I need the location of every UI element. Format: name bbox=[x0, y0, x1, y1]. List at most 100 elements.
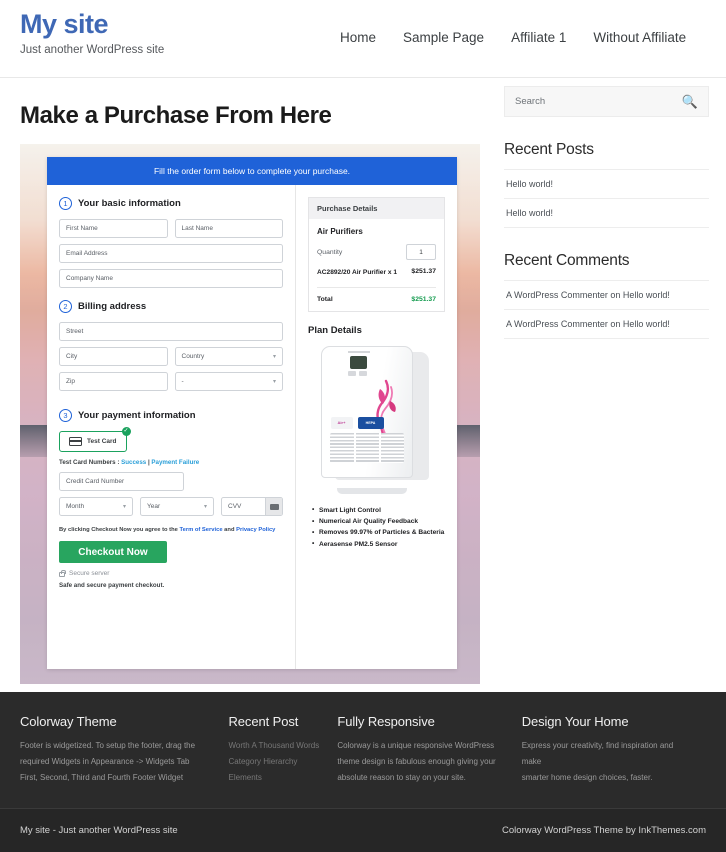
city-input[interactable]: City bbox=[59, 347, 168, 366]
line-item-name: AC2892/20 Air Purifier x 1 bbox=[317, 269, 398, 276]
footer-column-title: Fully Responsive bbox=[337, 714, 435, 729]
step-1-number: 1 bbox=[59, 197, 72, 210]
footer-column-recent-post: Recent Post Worth A Thousand Words Categ… bbox=[229, 714, 338, 786]
air-purifier-product-image: Air+ HEPA bbox=[320, 345, 433, 494]
main-navigation: Home Sample Page Affiliate 1 Without Aff… bbox=[340, 30, 686, 45]
company-name-input[interactable]: Company Name bbox=[59, 269, 283, 288]
site-title[interactable]: My site bbox=[20, 9, 164, 40]
list-item[interactable]: A WordPress Commenter on Hello world! bbox=[504, 280, 709, 309]
product-air-grill bbox=[329, 432, 404, 463]
widget-spacer bbox=[504, 228, 709, 252]
chevron-down-icon: ▾ bbox=[272, 379, 276, 385]
site-branding: My site Just another WordPress site bbox=[20, 0, 165, 56]
zip-state-row: Zip - ▾ bbox=[59, 372, 283, 397]
secure-server-row: Secure server bbox=[59, 570, 283, 577]
list-item[interactable]: Hello world! bbox=[504, 198, 709, 228]
year-select[interactable]: Year ▾ bbox=[140, 497, 214, 516]
step-3-number: 3 bbox=[59, 409, 72, 422]
test-card-tab-label: Test Card bbox=[87, 438, 117, 445]
terms-prefix: By clicking Checkout Now you agree to th… bbox=[59, 527, 180, 533]
footer-text-line: First, Second, Third and Fourth Footer W… bbox=[20, 773, 184, 782]
product-front-panel: Air+ HEPA bbox=[320, 345, 413, 478]
nav-item-without-affiliate[interactable]: Without Affiliate bbox=[593, 30, 686, 45]
cvv-help-icon[interactable] bbox=[265, 498, 282, 515]
footer-column-text: Worth A Thousand Words Category Hierarch… bbox=[229, 738, 324, 786]
terms-of-service-link[interactable]: Term of Service bbox=[179, 527, 222, 533]
page-root: My site Just another WordPress site Home… bbox=[0, 0, 726, 852]
line-item-amount: $251.37 bbox=[411, 268, 436, 275]
expiry-cvv-row: Month ▾ Year ▾ CVV bbox=[59, 497, 283, 522]
purchase-product-name: Air Purifiers bbox=[317, 227, 363, 236]
step-1-title: Your basic information bbox=[78, 198, 181, 209]
footer-link[interactable]: Category Hierarchy bbox=[229, 754, 324, 770]
street-input[interactable]: Street bbox=[59, 322, 283, 341]
product-buttons bbox=[347, 370, 367, 376]
lock-icon bbox=[59, 570, 66, 577]
city-country-row: City Country ▾ bbox=[59, 347, 283, 372]
form-body: 1 Your basic information First Name Last… bbox=[47, 185, 457, 669]
credit-card-number-input[interactable]: Credit Card Number bbox=[59, 472, 184, 491]
footer-column-title: Colorway Theme bbox=[20, 714, 117, 729]
state-select[interactable]: - ▾ bbox=[174, 372, 283, 391]
footer-text-line: smarter home design choices, faster. bbox=[521, 773, 653, 782]
nav-item-affiliate-1[interactable]: Affiliate 1 bbox=[511, 30, 566, 45]
country-select-value: Country bbox=[181, 353, 205, 360]
footer-text-line: Colorway is a unique responsive WordPres… bbox=[337, 741, 495, 750]
nav-item-sample-page[interactable]: Sample Page bbox=[403, 30, 484, 45]
cvv-field-group[interactable]: CVV bbox=[221, 497, 283, 516]
privacy-policy-link[interactable]: Privacy Policy bbox=[236, 527, 275, 533]
country-select[interactable]: Country ▾ bbox=[174, 347, 283, 366]
footer-widgets: Colorway Theme Footer is widgetized. To … bbox=[0, 692, 726, 809]
list-item[interactable]: A WordPress Commenter on Hello world! bbox=[504, 309, 709, 339]
name-fields-row: First Name Last Name bbox=[59, 219, 283, 244]
year-select-value: Year bbox=[147, 503, 161, 510]
footer-credit[interactable]: Colorway WordPress Theme by InkThemes.co… bbox=[502, 825, 706, 836]
footer-text-line: Footer is widgetized. To setup the foote… bbox=[20, 741, 196, 750]
search-input[interactable] bbox=[515, 96, 682, 107]
step-1-header: 1 Your basic information bbox=[59, 197, 283, 210]
test-card-failure-link[interactable]: Payment Failure bbox=[151, 459, 199, 466]
purchase-details-heading: Purchase Details bbox=[309, 198, 444, 219]
form-banner: Fill the order form below to complete yo… bbox=[47, 157, 457, 185]
footer-link[interactable]: Elements bbox=[229, 770, 324, 786]
footer-column-title: Design Your Home bbox=[521, 714, 629, 729]
terms-text: By clicking Checkout Now you agree to th… bbox=[59, 527, 283, 533]
product-button bbox=[358, 370, 367, 376]
check-circle-icon: ✓ bbox=[121, 427, 131, 436]
quantity-input[interactable] bbox=[406, 244, 436, 260]
test-card-success-link[interactable]: Success bbox=[121, 459, 146, 466]
footer-text-line: theme design is fabulous enough giving y… bbox=[337, 757, 496, 766]
list-item: Smart Light Control bbox=[312, 505, 445, 516]
zip-input[interactable]: Zip bbox=[59, 372, 168, 391]
chevron-down-icon: ▾ bbox=[272, 354, 276, 360]
month-select-value: Month bbox=[66, 503, 85, 510]
nav-item-home[interactable]: Home bbox=[340, 30, 376, 45]
test-card-tab[interactable]: Test Card ✓ bbox=[59, 427, 131, 452]
form-right-column: Purchase Details Air Purifiers Quantity … bbox=[295, 185, 457, 669]
month-select[interactable]: Month ▾ bbox=[59, 497, 133, 516]
credit-card-icon bbox=[69, 437, 82, 446]
footer-link[interactable]: Worth A Thousand Words bbox=[229, 738, 324, 754]
recent-posts-list: Hello world! Hello world! bbox=[504, 169, 709, 228]
footer-column-fully-responsive: Fully Responsive Colorway is a unique re… bbox=[337, 714, 521, 786]
search-icon[interactable]: 🔍 bbox=[682, 95, 698, 108]
site-tagline: Just another WordPress site bbox=[20, 43, 165, 56]
total-amount: $251.37 bbox=[411, 295, 436, 303]
step-2-number: 2 bbox=[59, 300, 72, 313]
order-form-screenshot: Fill the order form below to complete yo… bbox=[20, 144, 480, 684]
email-input[interactable]: Email Address bbox=[59, 244, 283, 263]
list-item[interactable]: Hello world! bbox=[504, 169, 709, 198]
recent-comments-list: A WordPress Commenter on Hello world! A … bbox=[504, 280, 709, 339]
footer-column-title: Recent Post bbox=[228, 714, 299, 729]
product-top-label bbox=[347, 350, 370, 353]
last-name-input[interactable]: Last Name bbox=[174, 219, 283, 238]
sidebar: 🔍 Recent Posts Hello world! Hello world!… bbox=[504, 78, 709, 684]
first-name-input[interactable]: First Name bbox=[59, 219, 168, 238]
footer-text-line: required Widgets in Appearance -> Widget… bbox=[20, 757, 190, 766]
footer-text-line: absolute reason to stay on your site. bbox=[337, 773, 466, 782]
safe-checkout-text: Safe and secure payment checkout. bbox=[59, 582, 165, 589]
state-select-value: - bbox=[181, 378, 184, 385]
list-item: Aerasense PM2.5 Sensor bbox=[312, 539, 445, 550]
checkout-now-button[interactable]: Checkout Now bbox=[59, 541, 167, 563]
cvv-input[interactable]: CVV bbox=[222, 503, 265, 510]
